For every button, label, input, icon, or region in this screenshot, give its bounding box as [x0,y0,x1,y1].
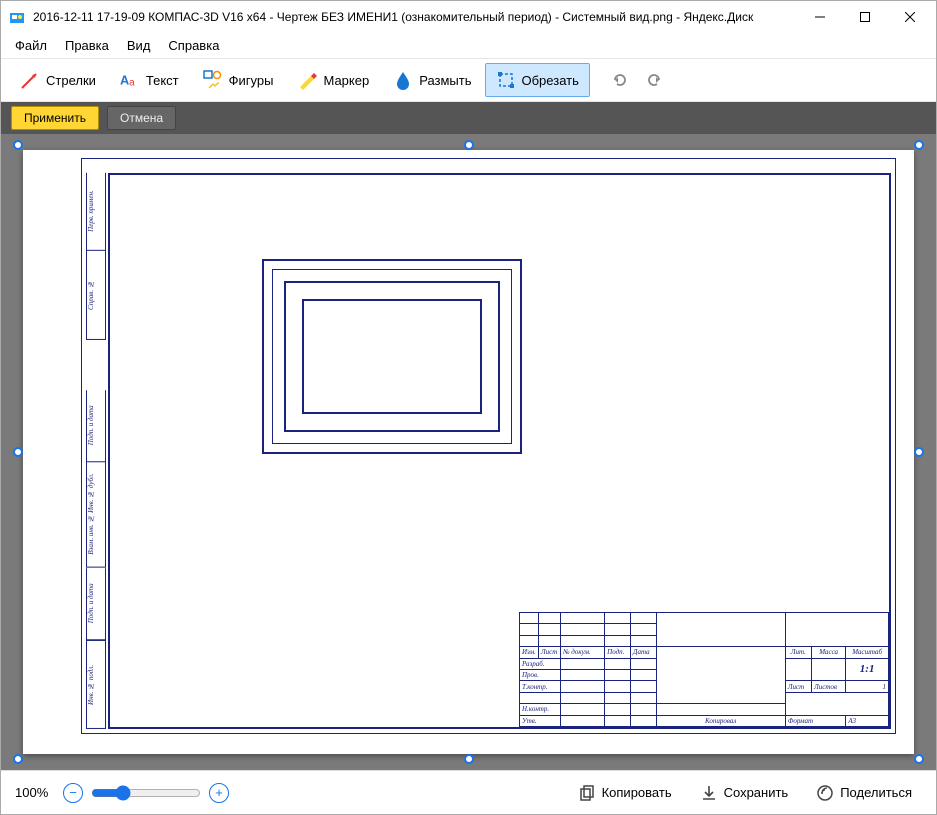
side-cell: Инв. № подл. [86,640,106,729]
tool-shapes-label: Фигуры [229,73,274,88]
tool-shapes[interactable]: Фигуры [192,63,285,97]
cad-frame-outer: Перв. примен. Справ. № Подп. и дата Взам… [81,158,896,734]
close-button[interactable] [887,2,932,32]
tool-crop-label: Обрезать [522,73,579,88]
crop-handle-bot-right[interactable] [914,754,924,764]
crop-handle-bot-mid[interactable] [464,754,474,764]
copy-icon [578,784,596,802]
text-icon: Aa [120,70,140,90]
title-block: Изм.Лист№ докум.Подп.Дата Лит.МассаМасшт… [519,612,889,727]
menu-file[interactable]: Файл [7,35,55,56]
svg-text:A: A [120,73,129,88]
zoom-slider[interactable] [91,785,201,801]
zoom-percent: 100% [15,785,55,800]
tool-arrows-label: Стрелки [46,73,96,88]
crop-handle-top-left[interactable] [13,140,23,150]
toolbar: Стрелки Aa Текст Фигуры Маркер Размыть О… [1,58,936,102]
download-icon [700,784,718,802]
svg-text:a: a [129,77,135,88]
crop-handle-bot-left[interactable] [13,754,23,764]
side-cell: Справ. № [86,251,106,340]
menu-help[interactable]: Справка [160,35,227,56]
undo-icon [609,70,629,90]
zoom-in-button[interactable]: + [209,783,229,803]
tool-marker[interactable]: Маркер [286,63,380,97]
tool-text[interactable]: Aa Текст [109,63,190,97]
tool-text-label: Текст [146,73,179,88]
tool-arrows[interactable]: Стрелки [9,63,107,97]
copy-label: Копировать [602,785,672,800]
tool-marker-label: Маркер [323,73,369,88]
blur-icon [393,70,413,90]
window-controls [797,2,932,32]
zoom-out-button[interactable]: − [63,783,83,803]
crop-handle-mid-right[interactable] [914,447,924,457]
side-cell: Подп. и дата [86,568,106,640]
copy-button[interactable]: Копировать [568,778,682,808]
crop-handle-mid-left[interactable] [13,447,23,457]
footer: 100% − + Копировать Сохранить Поделиться [1,770,936,814]
maximize-button[interactable] [842,2,887,32]
canvas-area: Перв. примен. Справ. № Подп. и дата Взам… [1,134,936,770]
crop-handle-top-mid[interactable] [464,140,474,150]
arrow-icon [20,70,40,90]
app-icon [9,9,25,25]
share-label: Поделиться [840,785,912,800]
redo-icon [645,70,665,90]
window-title: 2016-12-11 17-19-09 КОМПАС-3D V16 x64 - … [33,10,797,24]
marker-icon [297,70,317,90]
side-strip: Перв. примен. Справ. № Подп. и дата Взам… [86,173,106,729]
side-cell: Перв. примен. [86,173,106,251]
app-window: 2016-12-11 17-19-09 КОМПАС-3D V16 x64 - … [0,0,937,815]
menu-view[interactable]: Вид [119,35,159,56]
tool-blur-label: Размыть [419,73,471,88]
side-cell: Подп. и дата [86,390,106,462]
crop-action-bar: Применить Отмена [1,102,936,134]
save-button[interactable]: Сохранить [690,778,799,808]
drawing-views [262,259,522,454]
crop-icon [496,70,516,90]
rect-inner [302,299,482,414]
apply-button[interactable]: Применить [11,106,99,130]
cancel-button[interactable]: Отмена [107,106,176,130]
undo-button[interactable] [602,63,636,97]
redo-button[interactable] [638,63,672,97]
crop-handle-top-right[interactable] [914,140,924,150]
menu-edit[interactable]: Правка [57,35,117,56]
save-label: Сохранить [724,785,789,800]
tool-blur[interactable]: Размыть [382,63,482,97]
titlebar: 2016-12-11 17-19-09 КОМПАС-3D V16 x64 - … [1,1,936,33]
drawing-surface[interactable]: Перв. примен. Справ. № Подп. и дата Взам… [23,150,914,754]
share-button[interactable]: Поделиться [806,778,922,808]
tool-crop[interactable]: Обрезать [485,63,590,97]
cad-frame-inner: Изм.Лист№ докум.Подп.Дата Лит.МассаМасшт… [108,173,891,729]
minimize-button[interactable] [797,2,842,32]
shapes-icon [203,70,223,90]
side-cell: Взам. инв. № Инв. № дубл. [86,462,106,568]
share-icon [816,784,834,802]
menubar: Файл Правка Вид Справка [1,33,936,58]
